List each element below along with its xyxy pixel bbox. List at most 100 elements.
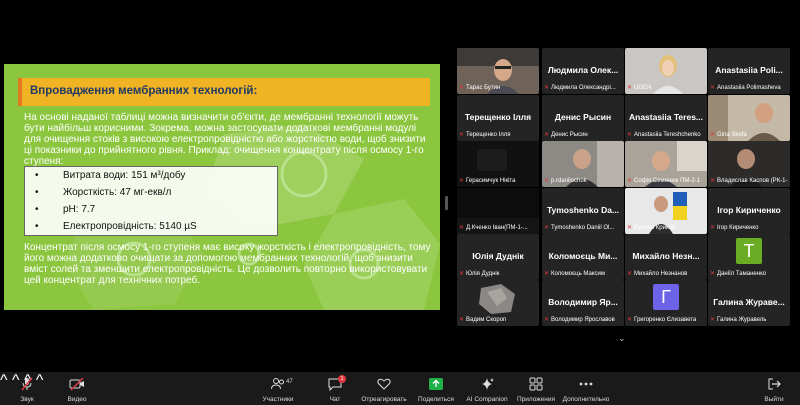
mic-muted-icon: ✕ [627,178,633,184]
participant-tile[interactable]: Володимир Яр... ✕ Володимир Ярославов [542,280,624,326]
participant-caption: ✕ Anastasiia Tereshchenko [627,131,705,139]
more-button[interactable]: Дополнительно [558,372,614,405]
participant-caption: ✕ Галина Журавель [710,316,788,324]
participant-caption: ✕ Юлія Дуднік [459,270,537,278]
participant-tile[interactable]: ✕ Д.Кченко Іван(ПМ-1-... [457,188,539,234]
react-button[interactable]: Отреагировать [358,372,410,405]
participant-tile[interactable]: Михайло Незн... ✕ Михайло Незнанов [625,234,707,280]
participant-tile[interactable]: ✕ Владислав Каспов (РК-1-... [708,141,790,187]
mic-muted-icon: ✕ [627,225,633,231]
participant-caption-text: Владислав Каспов (РК-1-... [717,178,788,184]
mic-muted-icon: ✕ [710,178,716,184]
gallery-next-page-chevron-icon[interactable]: ⌄ [618,333,626,344]
participant-caption: ✕ Тарас Бутин [459,84,537,92]
mic-muted-icon: ✕ [459,178,465,184]
participant-tile[interactable]: ✕ Вадим Скороп [457,280,539,326]
participant-caption-text: Anastasiia Polimasheva [717,85,781,91]
apps-label: Приложения [516,396,556,403]
participant-tile[interactable]: ✕ p.rdanilochok [542,141,624,187]
participant-tile[interactable]: Tymoshenko Da... ✕ Tymoshenko Daniil Ol... [542,188,624,234]
audio-options-caret-icon[interactable]: ^ [0,372,8,389]
participant-caption-text: Софія Семенюк ПМ-2-1 [634,178,701,184]
participant-caption: ✕ Денис Рысин [544,131,622,139]
ai-sparkle-icon [482,378,494,390]
audio-label: Звук [20,396,34,403]
participant-tile[interactable]: ✕ Gina Skofa [708,95,790,141]
mic-muted-icon: ✕ [459,271,465,277]
mic-muted-icon: ✕ [544,178,550,184]
mic-muted-icon: ✕ [544,225,550,231]
ai-companion-button[interactable]: AI Companion [462,372,512,405]
participant-caption: ✕ Герасимчук Нікіта [459,177,537,185]
participant-caption-text: Тарас Бутин [466,85,501,91]
participant-tile[interactable]: ✕ UGEN [625,48,707,94]
mic-muted-icon: ✕ [544,85,550,91]
apps-button[interactable]: Приложения [514,372,558,405]
participant-name: Anastasiia Teres... [628,112,704,122]
participant-name: Терещенко Ілля [464,112,532,122]
participants-button[interactable]: Участники [258,372,298,405]
participant-tile[interactable]: Терещенко Ілля ✕ Терещенко Ілля [457,95,539,141]
participant-tile[interactable]: Денис Рысин ✕ Денис Рысин [542,95,624,141]
participant-caption: ✕ Григоренко Єлизавета [627,316,705,324]
slide-title-box: Впровадження мембранних технологій: [18,78,430,106]
participant-tile[interactable]: Людмила Олек... ✕ Людмила Олександрі... [542,48,624,94]
participant-caption-text: Коломоєць Максим [551,271,605,277]
mic-muted-icon: ✕ [710,225,716,231]
participant-tile[interactable]: Г ✕ Григоренко Єлизавета [625,280,707,326]
slide-paragraph-2: Концентрат після осмосу 1-го ступеня має… [24,242,431,286]
slide-bullet: Витрата води: 151 м³/добу [25,167,277,184]
participant-caption: ✕ Anastasiia Polimasheva [710,84,788,92]
participant-tile[interactable]: ✕ Герасимчук Нікіта [457,141,539,187]
participant-caption: ✕ Вадим Скороп [459,316,537,324]
participant-tile[interactable]: Ігор Кириченко ✕ Ігор Кириченко [708,188,790,234]
apps-grid-icon [529,377,543,391]
leave-button[interactable]: Выйти [760,372,788,405]
participant-caption-text: Галина Журавель [717,317,767,323]
meeting-toolbar: Звук ^ Видео ^ Участники 47 ^ Чат 1 ^ От… [0,372,800,405]
participant-caption-text: Григоренко Єлизавета [634,317,697,323]
participants-count: 47 [286,379,293,385]
participant-tile[interactable]: ✕ Руслан Криков [625,188,707,234]
mic-muted-icon: ✕ [627,271,633,277]
participant-name: Михайло Незн... [632,251,700,261]
participant-caption-text: Юлія Дуднік [466,271,500,277]
participant-caption-text: Даніїл Таманенко [717,271,767,277]
video-label: Видео [67,396,87,403]
video-button[interactable]: Видео [60,372,94,405]
participant-name: Tymoshenko Da... [546,205,620,215]
slide-bullet-list: Витрата води: 151 м³/добу Жорсткість: 47… [24,166,278,236]
slide-bullet: pH: 7.7 [25,201,277,218]
share-screen-button[interactable]: Поделиться [414,372,458,405]
participant-tile[interactable]: Юлія Дуднік ✕ Юлія Дуднік [457,234,539,280]
participant-name: Людмила Олек... [547,65,619,75]
participant-tile[interactable]: ✕ Тарас Бутин [457,48,539,94]
participant-caption-text: Герасимчук Нікіта [466,178,516,184]
participant-caption-text: Володимир Ярославов [551,317,615,323]
participant-tile[interactable]: Anastasiia Teres... ✕ Anastasiia Tereshche… [625,95,707,141]
participant-caption: ✕ Терещенко Ілля [459,131,537,139]
participant-caption: ✕ Владислав Каспов (РК-1-... [710,177,788,185]
participant-caption: ✕ Ігор Кириченко [710,224,788,232]
participant-caption-text: UGEN [634,85,652,91]
participant-tile[interactable]: Коломоєць Ми... ✕ Коломоєць Максим [542,234,624,280]
ai-companion-label: AI Companion [466,396,508,403]
view-splitter-handle[interactable] [445,196,448,210]
participant-tile[interactable]: Галина Жураве... ✕ Галина Журавель [708,280,790,326]
mic-muted-icon: ✕ [544,271,550,277]
participant-caption: ✕ Михайло Незнанов [627,270,705,278]
participant-tile[interactable]: T ✕ Даніїл Таманенко [708,234,790,280]
mic-muted-icon: ✕ [710,85,716,91]
participant-name: Денис Рысин [554,112,612,122]
participant-tile[interactable]: ✕ Софія Семенюк ПМ-2-1 [625,141,707,187]
mic-muted-icon: ✕ [544,317,550,323]
participant-caption-text: Anastasiia Tereshchenko [634,132,701,138]
participant-caption-text: Денис Рысин [551,132,588,138]
share-label: Поделиться [418,396,454,403]
participant-caption-text: Терещенко Ілля [466,132,511,138]
mic-muted-icon: ✕ [627,317,633,323]
participant-tile[interactable]: Anastasiia Poli... ✕ Anastasiia Polimashev… [708,48,790,94]
audio-button[interactable]: Звук [12,372,42,405]
more-dots-icon [579,382,593,386]
share-screen-icon [429,378,443,390]
